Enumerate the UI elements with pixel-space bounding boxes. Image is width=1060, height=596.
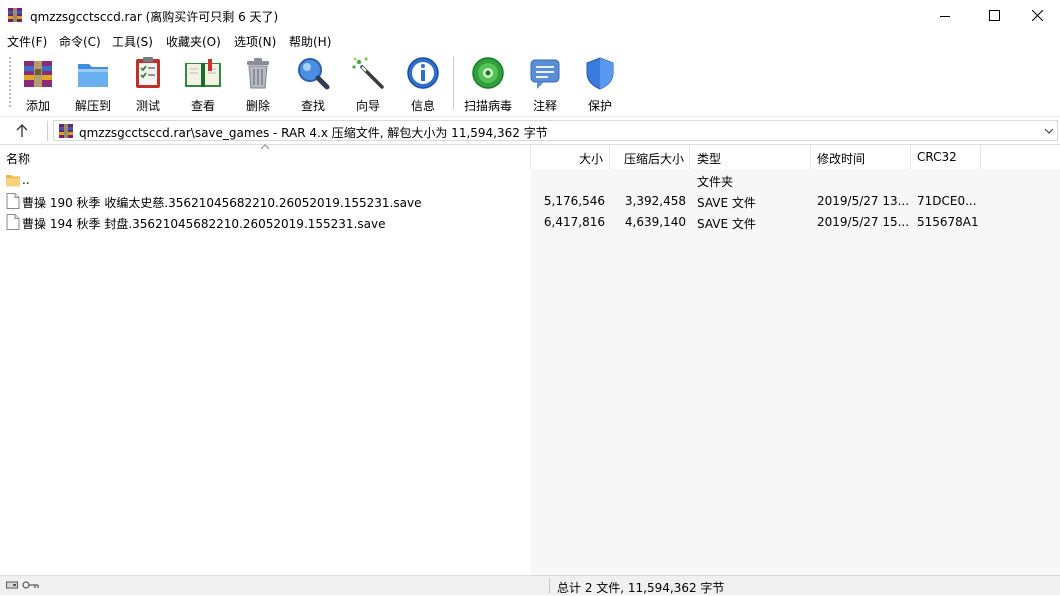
file-size: 5,176,546: [543, 194, 605, 208]
maximize-button[interactable]: [971, 0, 1017, 31]
column-type-label: 类型: [697, 152, 722, 166]
add-label: 添加: [25, 99, 50, 113]
file-name: 曹操 190 秋季 收编太史慈.35621045682210.26052019.…: [22, 196, 422, 210]
close-icon: [1031, 10, 1043, 21]
magnifier-icon: [298, 58, 330, 90]
virus-scan-label: 扫描病毒: [463, 99, 512, 113]
column-header-modified[interactable]: 修改时间: [811, 145, 911, 169]
virus-scan-button[interactable]: 扫描病毒: [460, 55, 516, 113]
list-item-file[interactable]: 曹操 194 秋季 封盘.35621045682210.26052019.155…: [0, 212, 1060, 233]
protect-button[interactable]: 保护: [572, 55, 628, 113]
comment-label: 注释: [532, 99, 557, 113]
shield-icon: [586, 57, 614, 90]
minimize-button[interactable]: [922, 0, 968, 31]
column-size-label: 大小: [578, 152, 603, 166]
file-icon: [6, 193, 20, 209]
file-name: 曹操 194 秋季 封盘.35621045682210.26052019.155…: [22, 217, 386, 231]
disk-icon[interactable]: [6, 580, 18, 590]
minimize-icon: [940, 15, 950, 17]
column-header-name[interactable]: 名称: [0, 145, 531, 169]
menu-bar: 文件(F) 命令(C) 工具(S) 收藏夹(O) 选项(N) 帮助(H): [0, 31, 1060, 51]
extract-to-button[interactable]: 解压到: [65, 55, 121, 113]
status-summary: 总计 2 文件, 11,594,362 字节: [557, 581, 725, 595]
key-icon[interactable]: [22, 580, 40, 590]
file-crc: 71DCE0...: [917, 194, 977, 208]
column-header-crc[interactable]: CRC32: [911, 145, 981, 169]
view-book-icon: [185, 59, 221, 87]
column-crc-label: CRC32: [917, 150, 957, 164]
menu-favorites[interactable]: 收藏夹(O): [166, 33, 221, 50]
find-button[interactable]: 查找: [285, 55, 341, 113]
trash-icon: [247, 58, 269, 89]
winrar-icon: [59, 124, 73, 138]
address-separator: [47, 121, 48, 141]
find-label: 查找: [300, 99, 325, 113]
info-button[interactable]: 信息: [395, 55, 451, 113]
column-header-type[interactable]: 类型: [690, 145, 811, 169]
list-item-file[interactable]: 曹操 190 秋季 收编太史慈.35621045682210.26052019.…: [0, 191, 1060, 212]
comment-button[interactable]: 注释: [517, 55, 573, 113]
view-label: 查看: [190, 99, 215, 113]
protect-label: 保护: [587, 99, 612, 113]
wizard-button[interactable]: 向导: [340, 55, 396, 113]
file-type: SAVE 文件: [697, 196, 756, 210]
extract-to-label: 解压到: [74, 99, 111, 113]
delete-label: 删除: [245, 99, 270, 113]
status-bar: 总计 2 文件, 11,594,362 字节: [0, 575, 1060, 595]
file-modified: 2019/5/27 13...: [817, 194, 910, 208]
file-list: 名称 大小 压缩后大小 类型 修改时间 CRC32 .. 文件夹 曹操 190 …: [0, 144, 1060, 575]
up-button[interactable]: [12, 121, 32, 141]
file-modified: 2019/5/27 15...: [817, 215, 910, 229]
column-header-size[interactable]: 大小: [531, 145, 610, 169]
add-button[interactable]: 添加: [10, 55, 66, 113]
file-icon: [6, 214, 20, 230]
arrow-up-icon: [16, 124, 28, 137]
view-button[interactable]: 查看: [175, 55, 231, 113]
column-name-label: 名称: [6, 152, 31, 166]
delete-button[interactable]: 删除: [230, 55, 286, 113]
toolbar: 添加 解压到 测试 查看 删除 查找 向导 信息 扫描病毒 注释 保护: [0, 51, 1060, 117]
wizard-icon: [352, 57, 384, 89]
extract-folder-icon: [78, 64, 108, 87]
wizard-label: 向导: [355, 99, 380, 113]
virus-scan-icon: [472, 57, 504, 89]
column-header-packed[interactable]: 压缩后大小: [610, 145, 690, 169]
menu-file[interactable]: 文件(F): [7, 33, 47, 50]
menu-options[interactable]: 选项(N): [234, 33, 276, 50]
test-button[interactable]: 测试: [120, 55, 176, 113]
folder-icon: [6, 175, 20, 187]
column-modified-label: 修改时间: [817, 152, 866, 166]
file-name: ..: [22, 173, 30, 187]
address-path: qmzzsgcctsccd.rar\save_games - RAR 4.x 压…: [79, 126, 548, 140]
menu-tools[interactable]: 工具(S): [112, 33, 153, 50]
close-button[interactable]: [1014, 0, 1060, 31]
test-label: 测试: [135, 99, 160, 113]
file-packed-size: 4,639,140: [624, 215, 686, 229]
list-item-parent-folder[interactable]: .. 文件夹: [0, 170, 1060, 191]
address-field[interactable]: qmzzsgcctsccd.rar\save_games - RAR 4.x 压…: [53, 120, 1058, 141]
info-label: 信息: [410, 99, 435, 113]
status-separator: [549, 578, 550, 593]
file-type: SAVE 文件: [697, 217, 756, 231]
window-title: qmzzsgcctsccd.rar (离购买许可只剩 6 天了): [30, 10, 279, 24]
test-icon: [136, 57, 160, 88]
column-packed-label: 压缩后大小: [623, 152, 684, 166]
menu-help[interactable]: 帮助(H): [289, 33, 331, 50]
comment-icon: [530, 59, 560, 89]
add-archive-icon: [24, 61, 52, 87]
menu-commands[interactable]: 命令(C): [59, 33, 101, 50]
file-size: 6,417,816: [543, 215, 605, 229]
winrar-icon: [8, 8, 22, 22]
file-type: 文件夹: [697, 175, 734, 189]
info-icon: [407, 57, 439, 89]
file-packed-size: 3,392,458: [624, 194, 686, 208]
address-bar: qmzzsgcctsccd.rar\save_games - RAR 4.x 压…: [0, 117, 1060, 145]
file-crc: 515678A1: [917, 215, 979, 229]
maximize-icon: [988, 10, 1000, 21]
chevron-down-icon[interactable]: [1043, 124, 1055, 138]
title-bar: qmzzsgcctsccd.rar (离购买许可只剩 6 天了): [0, 0, 1060, 31]
